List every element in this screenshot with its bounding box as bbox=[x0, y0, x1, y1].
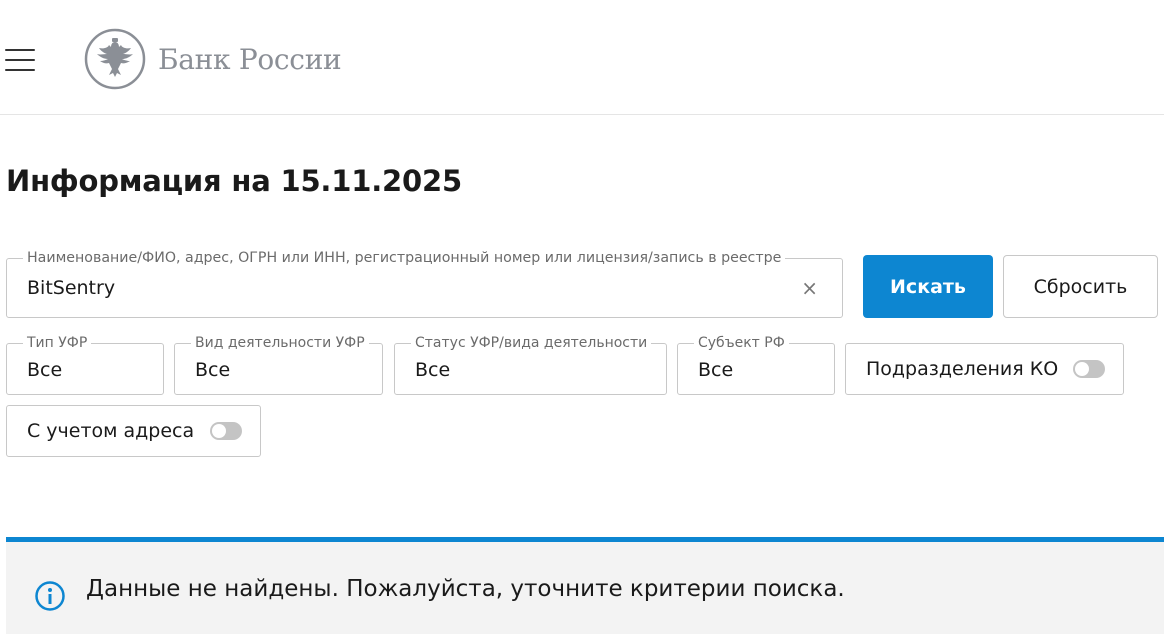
filter-label: Тип УФР bbox=[23, 335, 92, 351]
no-results-alert: Данные не найдены. Пожалуйста, уточните … bbox=[6, 537, 1164, 634]
toggle-label: С учетом адреса bbox=[27, 420, 195, 442]
toggle-switch[interactable] bbox=[210, 422, 242, 440]
filter-label: Вид деятельности УФР bbox=[191, 335, 369, 351]
eagle-emblem-icon bbox=[84, 28, 146, 90]
reset-button[interactable]: Сбросить bbox=[1003, 255, 1158, 318]
menu-icon[interactable] bbox=[5, 49, 35, 71]
search-label: Наименование/ФИО, адрес, ОГРН или ИНН, р… bbox=[23, 250, 786, 266]
page-title: Информация на 15.11.2025 bbox=[6, 164, 462, 198]
filter-value: Все bbox=[27, 359, 63, 381]
info-icon bbox=[35, 581, 65, 611]
search-input[interactable]: BitSentry bbox=[27, 277, 115, 299]
filter-label: Статус УФР/вида деятельности bbox=[411, 335, 652, 351]
clear-icon[interactable]: × bbox=[801, 277, 818, 299]
filter-ufr-activity[interactable]: Вид деятельности УФР Все bbox=[174, 335, 383, 395]
search-button[interactable]: Искать bbox=[863, 255, 993, 318]
toggle-ko-divisions[interactable]: Подразделения КО bbox=[845, 343, 1124, 395]
filter-ufr-status[interactable]: Статус УФР/вида деятельности Все bbox=[394, 335, 667, 395]
site-header: Банк России bbox=[0, 0, 1164, 115]
toggle-label: Подразделения КО bbox=[866, 358, 1059, 380]
search-field[interactable]: Наименование/ФИО, адрес, ОГРН или ИНН, р… bbox=[6, 250, 843, 318]
logo-text: Банк России bbox=[158, 42, 342, 76]
toggle-switch[interactable] bbox=[1073, 360, 1105, 378]
filter-value: Все bbox=[698, 359, 734, 381]
filter-region[interactable]: Субъект РФ Все bbox=[677, 335, 835, 395]
toggle-address[interactable]: С учетом адреса bbox=[6, 405, 261, 457]
bank-logo[interactable]: Банк России bbox=[84, 28, 342, 90]
filter-value: Все bbox=[195, 359, 231, 381]
alert-message: Данные не найдены. Пожалуйста, уточните … bbox=[86, 576, 845, 602]
filter-label: Субъект РФ bbox=[694, 335, 789, 351]
filter-ufr-type[interactable]: Тип УФР Все bbox=[6, 335, 164, 395]
filter-value: Все bbox=[415, 359, 451, 381]
